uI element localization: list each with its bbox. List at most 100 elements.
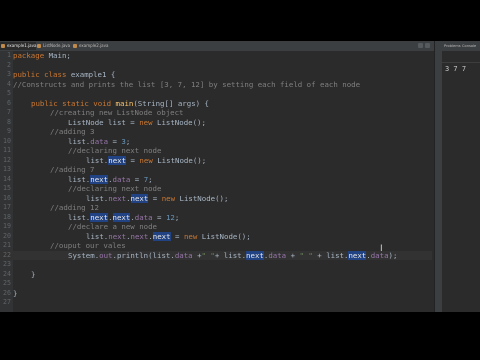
- code-text: list.: [86, 231, 109, 241]
- line-number: 3: [7, 70, 11, 78]
- line-number: 9: [7, 127, 11, 135]
- minimize-button[interactable]: [418, 43, 423, 48]
- line-number: 25: [3, 279, 11, 287]
- code-line-10[interactable]: list.data = 3;: [68, 137, 130, 147]
- comment: //Constructs and prints the list [3, 7, …: [13, 79, 361, 89]
- code-text: ListNode list =: [68, 117, 140, 127]
- ide-window: example1.java ListNode.java example2.jav…: [0, 41, 480, 312]
- code-text: list.: [68, 212, 91, 222]
- field-highlighted: next: [246, 250, 264, 260]
- code-line-20[interactable]: list.next.next.next = new ListNode();: [86, 231, 251, 242]
- code-text: list.: [86, 155, 109, 165]
- comment: //creating new ListNode object: [50, 108, 184, 117]
- field: data: [174, 250, 193, 260]
- keyword: new: [183, 231, 198, 241]
- editor-tab-bar: example1.java ListNode.java example2.jav…: [0, 41, 434, 51]
- tab-console[interactable]: Console: [462, 42, 476, 50]
- code-text: (String[] args) {: [133, 98, 210, 108]
- code-text: .: [126, 193, 131, 203]
- java-file-icon: [1, 44, 5, 48]
- tab-example2[interactable]: example2.java: [72, 42, 108, 50]
- tab-listnode[interactable]: ListNode.java: [36, 42, 72, 50]
- line-number: 13: [3, 165, 11, 173]
- code-text: =: [130, 174, 144, 184]
- keyword: new: [139, 117, 153, 127]
- code-text: ;: [174, 212, 180, 222]
- code-text: ListNode();: [197, 231, 251, 241]
- line-number: 11: [3, 146, 11, 154]
- field: data: [134, 212, 153, 222]
- field-highlighted: next: [152, 231, 171, 241]
- field-highlighted: next: [130, 193, 149, 203]
- maximize-button[interactable]: [425, 43, 430, 48]
- line-number: 20: [3, 231, 11, 240]
- comment: //adding 12: [50, 203, 99, 212]
- tab-label: example2.java: [79, 43, 109, 48]
- line-number: 10: [3, 136, 11, 145]
- keyword: new: [139, 155, 153, 165]
- closing-brace: }: [13, 288, 18, 298]
- line-number: 1: [7, 51, 11, 59]
- field-highlighted: next: [112, 212, 131, 222]
- code-line-14[interactable]: list.next.data = 7;: [68, 174, 153, 185]
- line-number: 8: [7, 117, 11, 126]
- keyword: package: [13, 51, 45, 60]
- comment: //ouput our vales: [50, 241, 126, 250]
- field: out: [99, 250, 113, 260]
- code-text: =: [170, 231, 184, 241]
- code-line-18[interactable]: list.next.next.data = 12;: [68, 212, 180, 223]
- code-text: ;: [125, 136, 131, 146]
- code-text: + list.: [312, 250, 349, 260]
- code-text: );: [388, 250, 398, 260]
- tab-example1[interactable]: example1.java: [0, 42, 36, 50]
- console-output: 3 7 7: [445, 65, 467, 73]
- code-text: =: [126, 155, 140, 165]
- line-number: 14: [3, 174, 11, 183]
- method-name: main: [115, 98, 134, 108]
- line-number: 17: [3, 203, 11, 211]
- field-highlighted: next: [90, 212, 109, 222]
- line-number: 2: [7, 60, 11, 69]
- code-text: ListNode();: [152, 117, 206, 127]
- code-line-12[interactable]: list.next = new ListNode();: [86, 155, 206, 166]
- line-number: 16: [3, 193, 11, 202]
- code-text: list.: [68, 174, 91, 184]
- line-number: 18: [3, 212, 11, 221]
- code-line-8[interactable]: ListNode list = new ListNode();: [68, 118, 206, 128]
- comment: //adding 3: [50, 127, 95, 136]
- line-number: 6: [7, 98, 11, 107]
- field: data: [112, 174, 131, 184]
- line-number: 5: [7, 89, 11, 97]
- comment: //declaring next node: [68, 146, 162, 155]
- code-line-6[interactable]: public static void main(String[] args) {: [31, 99, 209, 109]
- line-number: 4: [7, 79, 11, 88]
- code-text: .: [108, 212, 113, 222]
- field: data: [90, 136, 109, 146]
- field: next: [108, 231, 127, 241]
- console-panel: Problems Console 3 7 7: [442, 41, 480, 312]
- keyword: public static void: [31, 98, 112, 108]
- code-line-22[interactable]: System.out.println(list.data +" "+ list.…: [68, 250, 398, 261]
- string-literal: " ": [299, 250, 313, 260]
- comment: //declare a new node: [68, 222, 157, 231]
- line-number: 21: [3, 241, 11, 249]
- line-number: 22: [3, 250, 11, 259]
- line-number: 24: [3, 269, 11, 278]
- code-line-16[interactable]: list.next.next = new ListNode();: [86, 193, 228, 204]
- code-line-1[interactable]: package Main;: [13, 51, 71, 61]
- keyword: new: [161, 193, 176, 203]
- divider: [442, 62, 480, 63]
- panel-tab-bar: Problems Console: [442, 41, 480, 51]
- code-text: =: [148, 193, 162, 203]
- line-number: 23: [3, 260, 11, 268]
- line-number: 27: [3, 298, 11, 306]
- tab-problems[interactable]: Problems: [444, 42, 461, 50]
- code-text: list.: [86, 193, 109, 203]
- code-line-3[interactable]: public class example1 {: [13, 70, 115, 80]
- field-highlighted: next: [90, 174, 109, 184]
- code-text: example1 {: [66, 70, 116, 79]
- line-number: 26: [3, 288, 11, 297]
- code-editor[interactable]: 1 package Main; 2 3 public class example1 …: [0, 51, 432, 312]
- code-text: + list.: [214, 250, 247, 260]
- field: next: [130, 231, 149, 241]
